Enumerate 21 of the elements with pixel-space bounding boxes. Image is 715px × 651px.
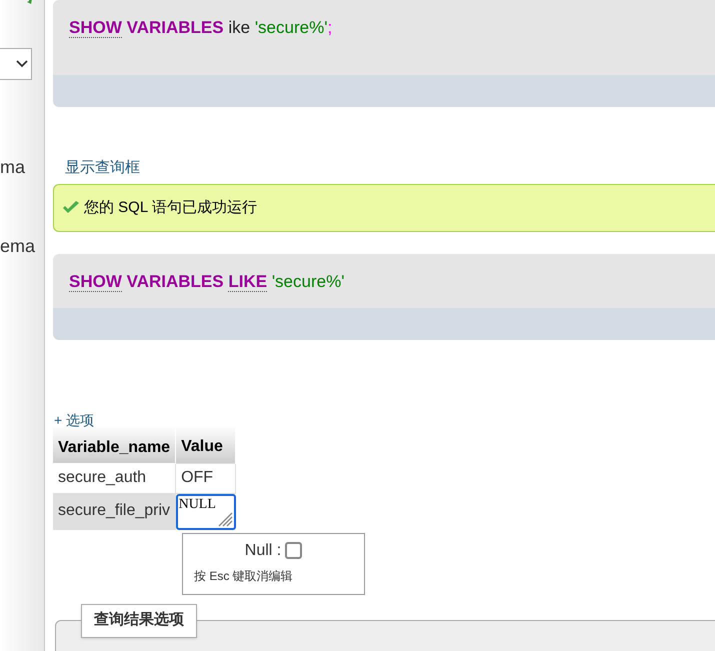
options-link[interactable]: + 选项 [54,412,715,428]
check-icon [62,201,80,215]
database-item[interactable]: ema [0,233,44,260]
table-cell: secure_auth [53,463,176,493]
edit-hint: 按 Esc 键取消编辑 [194,568,293,584]
database-item[interactable]: ma [0,154,44,181]
chevron-down-icon [16,60,28,68]
null-checkbox[interactable] [285,542,302,559]
column-header[interactable]: Value [176,426,236,463]
success-message: 您的 SQL 语句已成功运行 [53,184,715,232]
table-cell: secure_file_priv [53,493,176,530]
null-label: Null : [244,540,282,560]
table-cell: OFF [176,463,236,493]
resize-grip-icon[interactable] [216,510,233,526]
value-edit-field[interactable]: NULL [176,494,236,530]
column-header[interactable]: Variable_name [53,426,176,463]
result-options-button[interactable]: 查询结果选项 [81,604,197,638]
sql-query: SHOW VARIABLES ike 'secure%'; [69,17,332,40]
dropdown-field[interactable] [0,48,32,80]
sql-query: SHOW VARIABLES LIKE 'secure%' [69,271,344,294]
show-query-link[interactable]: 显示查询框 [65,157,715,179]
